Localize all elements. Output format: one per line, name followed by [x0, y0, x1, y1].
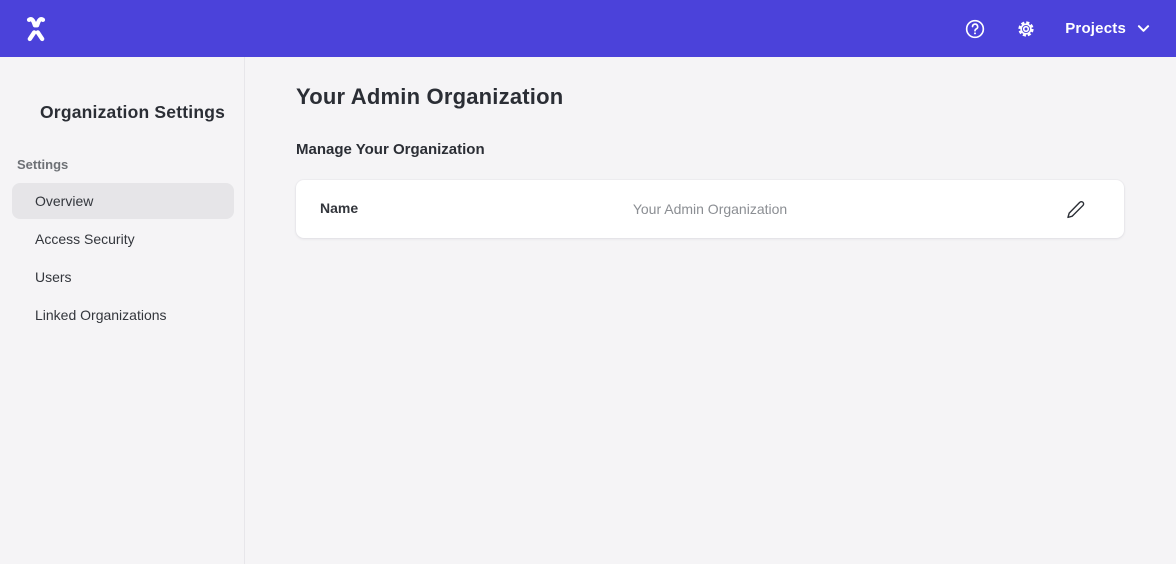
section-title: Manage Your Organization [296, 141, 1124, 158]
sidebar-nav: Overview Access Security Users Linked Or… [0, 183, 244, 333]
top-navigation-bar: Projects [0, 0, 1176, 57]
help-icon[interactable] [963, 17, 987, 41]
page-body: Organization Settings Settings Overview … [0, 57, 1176, 564]
gear-icon[interactable] [1014, 17, 1038, 41]
pencil-icon [1065, 199, 1086, 220]
sidebar-title: Organization Settings [40, 102, 244, 123]
topbar-actions: Projects [963, 17, 1150, 41]
projects-dropdown-label: Projects [1065, 20, 1126, 37]
sidebar-item-overview[interactable]: Overview [12, 183, 234, 219]
name-row-actions [787, 197, 1100, 221]
projects-dropdown[interactable]: Projects [1065, 20, 1150, 37]
chevron-down-icon [1137, 23, 1150, 34]
organization-name-value: Your Admin Organization [633, 201, 787, 217]
organization-name-card: Name Your Admin Organization [296, 180, 1124, 238]
main-content: Your Admin Organization Manage Your Orga… [245, 57, 1176, 564]
sidebar-item-users[interactable]: Users [12, 259, 234, 295]
sidebar-item-access-security[interactable]: Access Security [12, 221, 234, 257]
sidebar-section-label: Settings [17, 157, 244, 172]
name-row-label-cell: Name [320, 200, 633, 218]
edit-name-button[interactable] [1063, 197, 1087, 221]
settings-sidebar: Organization Settings Settings Overview … [0, 57, 245, 564]
sidebar-item-linked-organizations[interactable]: Linked Organizations [12, 297, 234, 333]
page-title: Your Admin Organization [296, 84, 1124, 110]
brand-x-logo-icon[interactable] [20, 13, 52, 45]
name-label: Name [320, 200, 358, 216]
